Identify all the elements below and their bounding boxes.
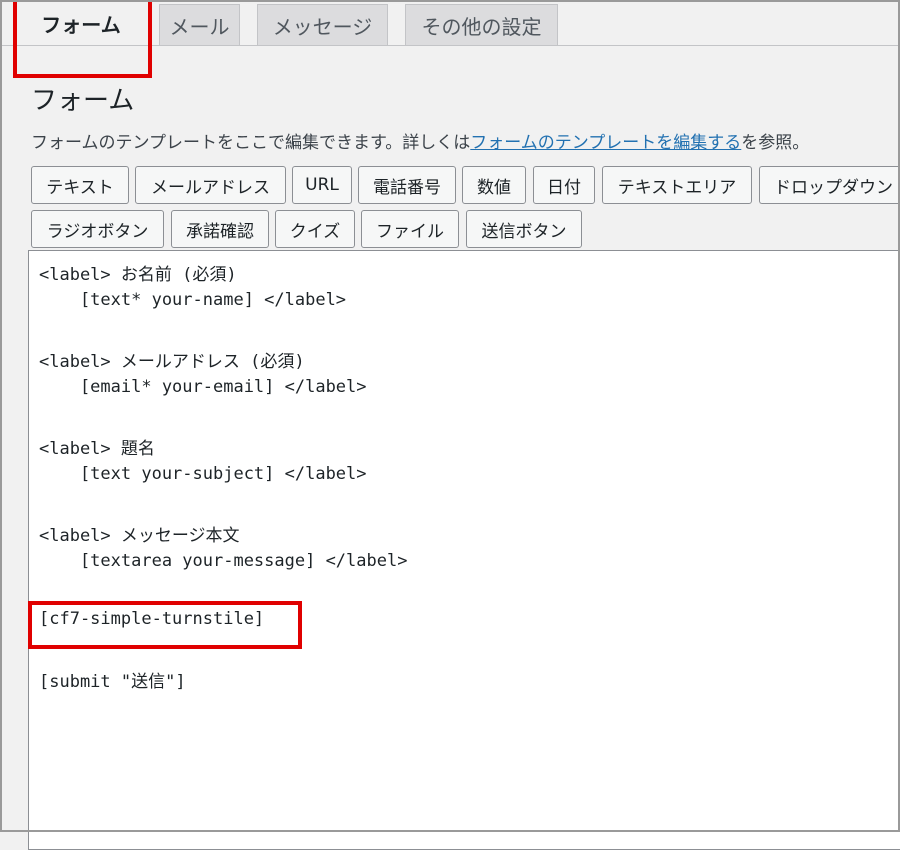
page-title: フォーム [31,86,135,116]
tab-messages[interactable]: メッセージ [257,4,388,46]
editor-line: <label> お名前 (必須) [39,265,237,285]
tab-divider [0,45,900,46]
tag-button-email[interactable]: メールアドレス [135,166,286,204]
turnstile-shortcode-line: [cf7-simple-turnstile] [39,609,265,629]
editor-line: [text your-subject] </label> [39,464,367,484]
tag-button-radio[interactable]: ラジオボタン [31,210,164,248]
tag-button-text[interactable]: テキスト [31,166,129,204]
editor-line: [textarea your-message] </label> [39,551,408,571]
form-description: フォームのテンプレートをここで編集できます。詳しくはフォームのテンプレートを編集… [31,128,809,153]
tag-button-date[interactable]: 日付 [533,166,595,204]
tab-form[interactable]: フォーム [20,0,142,46]
form-template-editor[interactable] [28,250,900,850]
description-suffix: を参照。 [741,133,810,153]
tag-button-acceptance[interactable]: 承諾確認 [171,210,269,248]
tag-button-textarea[interactable]: テキストエリア [602,166,752,204]
editor-line: [email* your-email] </label> [39,377,367,397]
tag-button-submit[interactable]: 送信ボタン [466,210,582,248]
tab-mail[interactable]: メール [159,4,240,46]
tag-button-quiz[interactable]: クイズ [275,210,355,248]
editor-line: <label> 題名 [39,439,155,459]
description-prefix: フォームのテンプレートをここで編集できます。詳しくは [31,133,471,153]
tag-button-tel[interactable]: 電話番号 [358,166,456,204]
tab-additional-settings[interactable]: その他の設定 [405,4,558,46]
tag-button-url[interactable]: URL [292,166,352,204]
edit-template-link[interactable]: フォームのテンプレートを編集する [470,133,741,153]
tag-button-file[interactable]: ファイル [361,210,459,248]
editor-line: [submit "送信"] [39,672,186,692]
editor-line: <label> メールアドレス (必須) [39,352,305,372]
editor-line: [text* your-name] </label> [39,290,347,310]
tab-bar: フォーム メール メッセージ その他の設定 [20,0,575,46]
tag-button-number[interactable]: 数値 [462,166,526,204]
editor-line: <label> メッセージ本文 [39,526,240,546]
tag-button-dropdown[interactable]: ドロップダウン [759,166,900,204]
